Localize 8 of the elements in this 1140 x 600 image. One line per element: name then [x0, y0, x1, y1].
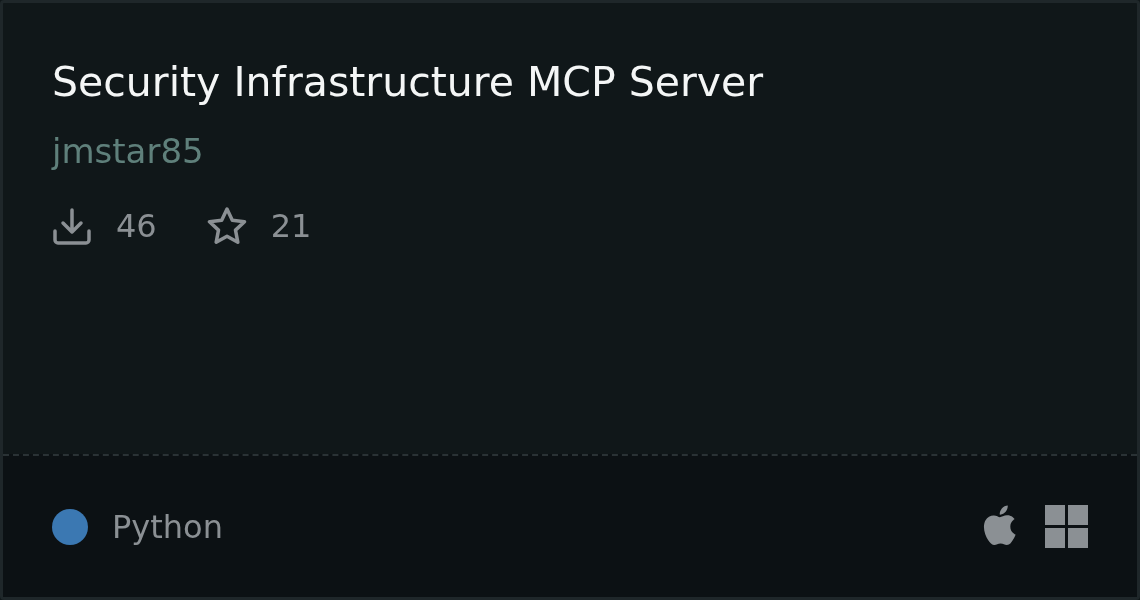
star-count: 21: [270, 206, 312, 247]
windows-icon: [1045, 505, 1088, 548]
download-icon: [52, 207, 92, 245]
author-name: jmstar85: [52, 131, 205, 172]
download-count: 46: [116, 206, 157, 247]
language-label: Python: [112, 506, 223, 548]
star-icon: [206, 207, 247, 245]
card-title: Security Infrastructure MCP Server: [52, 58, 765, 108]
